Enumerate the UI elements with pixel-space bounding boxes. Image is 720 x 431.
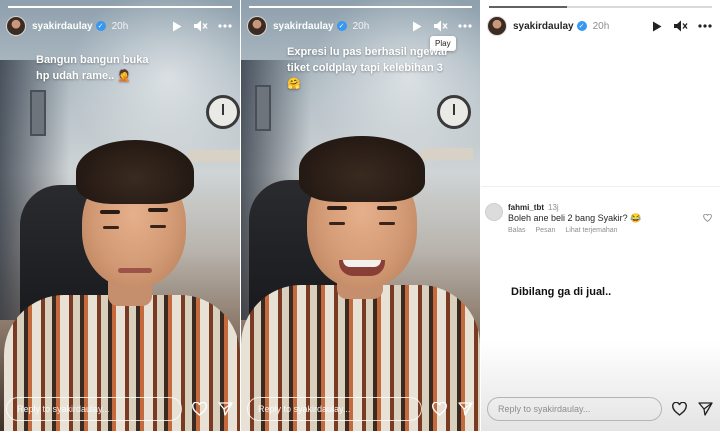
hair [299,136,425,202]
send-icon[interactable] [696,400,714,418]
story-progress-bar [489,6,712,8]
speaker-muted-icon[interactable] [192,17,210,35]
wall-shelf [188,150,240,162]
wall-frame [30,90,46,136]
commenter-avatar[interactable] [485,203,503,221]
reply-link[interactable]: Balas [508,227,526,234]
speaker-muted-icon[interactable] [672,17,690,35]
story-text: Dibilang ga di jual.. [511,286,612,298]
heart-icon[interactable] [670,400,688,418]
caption-line: hp udah rame.. 🤦 [36,70,131,82]
comment-like-heart-icon[interactable] [703,209,712,227]
left-eye [103,226,119,229]
see-translation-link[interactable]: Lihat terjemahan [565,227,617,234]
avatar[interactable] [487,16,507,36]
caption-line: Expresi lu pas berhasil ngewar [287,46,449,58]
comment-time: 13j [548,203,559,212]
left-eye [329,222,345,225]
caption-line: Bangun bangun buka [36,54,149,66]
comment-header: fahmi_tbt 13j [508,203,559,212]
commenter-username[interactable]: fahmi_tbt [508,203,544,212]
wall-clock [437,95,471,129]
right-brow [148,208,168,212]
right-brow [377,206,397,210]
story-progress-fill [489,6,568,8]
more-icon[interactable] [696,17,714,35]
reply-bar [487,397,714,421]
verified-badge-icon: ✓ [576,21,587,31]
speaker-muted-icon[interactable] [432,17,450,35]
more-icon[interactable] [456,17,474,35]
reply-input[interactable] [6,397,182,421]
story-panel-3[interactable]: syakirdaulay ✓ 20h fahmi_tbt 13j Boleh an… [481,0,720,431]
story-caption: Bangun bangun buka hp udah rame.. 🤦 [36,52,166,84]
reply-input[interactable] [247,397,422,421]
right-eye [379,222,395,225]
comment-card: fahmi_tbt 13j Boleh ane beli 2 bang Syaki… [481,186,720,246]
avatar[interactable] [6,16,26,36]
reply-input[interactable] [487,397,662,421]
story-header: syakirdaulay ✓ 20h [6,14,234,38]
right-eye [150,225,166,228]
reply-bar [247,397,474,421]
story-header: syakirdaulay ✓ 20h [247,14,474,38]
send-icon[interactable] [216,400,234,418]
reply-bar [6,397,234,421]
left-brow [327,206,347,210]
story-progress-fill [8,6,232,8]
username[interactable]: syakirdaulay [32,21,93,32]
more-icon[interactable] [216,17,234,35]
comment-actions: Balas Pesan Lihat terjemahan [508,227,618,234]
left-brow [100,210,120,214]
verified-badge-icon: ✓ [336,21,347,31]
story-caption: Expresi lu pas berhasil ngewar tiket col… [287,44,457,92]
caption-line: tiket coldplay tapi kelebihan 3 🤗 [287,62,443,90]
heart-icon[interactable] [190,400,208,418]
story-progress-bar [8,6,232,8]
comment-text: Boleh ane beli 2 bang Syakir? 😂 [508,213,642,223]
avatar[interactable] [247,16,267,36]
verified-badge-icon: ✓ [95,21,106,31]
post-time: 20h [592,20,610,32]
story-header: syakirdaulay ✓ 20h [487,14,714,38]
post-time: 20h [352,20,370,32]
message-link[interactable]: Pesan [536,227,556,234]
play-icon[interactable] [648,17,666,35]
wall-clock [206,95,240,129]
mouth [118,268,152,273]
username[interactable]: syakirdaulay [513,21,574,32]
story-progress-bar [249,6,472,8]
post-time: 20h [111,20,129,32]
play-icon[interactable] [408,17,426,35]
wall-frame [255,85,271,131]
send-icon[interactable] [456,400,474,418]
heart-icon[interactable] [430,400,448,418]
story-progress-fill [249,6,472,8]
teeth [343,260,381,267]
wall-shelf [421,148,473,160]
play-icon[interactable] [168,17,186,35]
hair [76,140,194,204]
story-panel-1[interactable]: syakirdaulay ✓ 20h Bangun bangun buka hp… [0,0,240,431]
username[interactable]: syakirdaulay [273,21,334,32]
story-panel-2[interactable]: syakirdaulay ✓ 20h Play Expresi lu pas b… [241,0,480,431]
